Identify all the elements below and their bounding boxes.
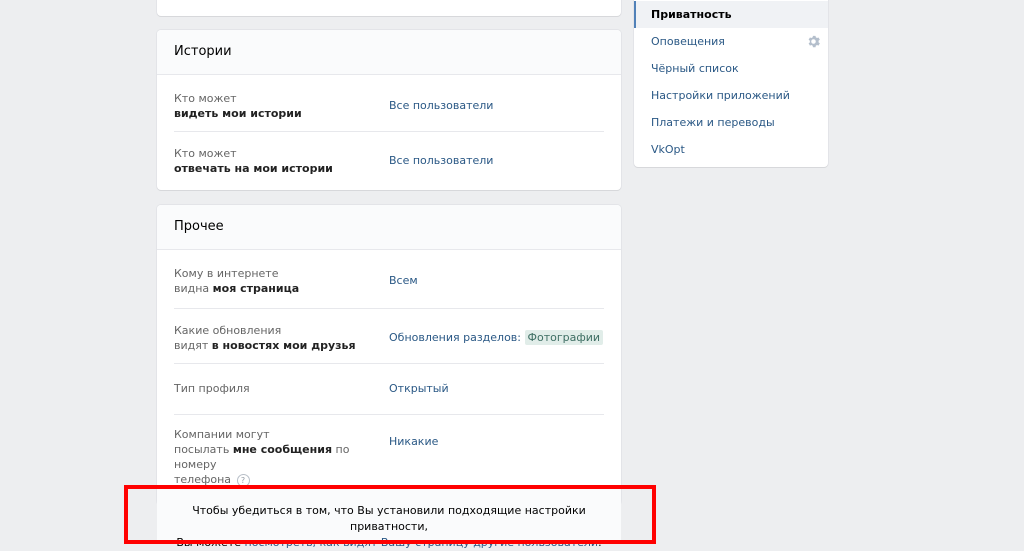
menu-item-payments[interactable]: Платежи и переводы xyxy=(634,109,828,136)
settings-menu: Приватность Оповещения Чёрный список Нас… xyxy=(634,0,828,167)
notice-line-1: Чтобы убедиться в том, что Вы установили… xyxy=(192,504,586,533)
menu-item-privacy[interactable]: Приватность xyxy=(634,1,828,28)
row-label: Компании могут посылать мне сообщения по… xyxy=(174,428,350,487)
privacy-value-page-visibility[interactable]: Всем xyxy=(389,273,418,288)
privacy-row-page-visibility: Кому в интернете видна моя страница Всем xyxy=(174,250,604,309)
privacy-row-company-messages: Компании могут посылать мне сообщения по… xyxy=(174,415,604,495)
privacy-value-company-messages[interactable]: Никакие xyxy=(389,434,438,449)
notice-line-2: Вы можете посмотреть, как видят Вашу стр… xyxy=(176,536,602,549)
stories-card: Истории Кто может видеть мои истории Все… xyxy=(157,30,621,190)
view-as-others-link[interactable]: посмотреть, как видят Вашу страницу друг… xyxy=(245,536,599,549)
menu-item-blacklist[interactable]: Чёрный список xyxy=(634,55,828,82)
menu-item-notifications[interactable]: Оповещения xyxy=(634,28,828,55)
privacy-row-see-stories: Кто может видеть мои истории Все пользов… xyxy=(174,75,604,132)
privacy-value-see-stories[interactable]: Все пользователи xyxy=(389,98,493,113)
privacy-check-notice: Чтобы убедиться в том, что Вы установили… xyxy=(157,485,621,549)
row-label: Кому в интернете видна моя страница xyxy=(174,267,300,295)
other-title: Прочее xyxy=(157,205,621,250)
settings-card-top xyxy=(157,0,621,16)
privacy-row-reply-stories: Кто может отвечать на мои истории Все по… xyxy=(174,132,604,188)
section-tag-photos[interactable]: Фотографии xyxy=(524,330,604,345)
row-label: Кто может видеть мои истории xyxy=(174,92,302,120)
stories-title: Истории xyxy=(157,30,621,75)
menu-item-vkopt[interactable]: VkOpt xyxy=(634,136,828,163)
privacy-value-reply-stories[interactable]: Все пользователи xyxy=(389,153,493,168)
other-card: Прочее Кому в интернете видна моя страни… xyxy=(157,205,621,505)
menu-item-app-settings[interactable]: Настройки приложений xyxy=(634,82,828,109)
row-label: Какие обновления видят в новостях мои др… xyxy=(174,324,356,352)
row-label: Тип профиля xyxy=(174,382,250,395)
row-label: Кто может отвечать на мои истории xyxy=(174,147,333,175)
privacy-value-friends-news[interactable]: Обновления разделов: Фотографии xyxy=(389,330,604,345)
privacy-value-profile-type[interactable]: Открытый xyxy=(389,381,449,396)
gear-icon[interactable] xyxy=(807,35,820,48)
privacy-row-friends-news: Какие обновления видят в новостях мои др… xyxy=(174,309,604,364)
privacy-row-profile-type: Тип профиля Открытый xyxy=(174,364,604,415)
